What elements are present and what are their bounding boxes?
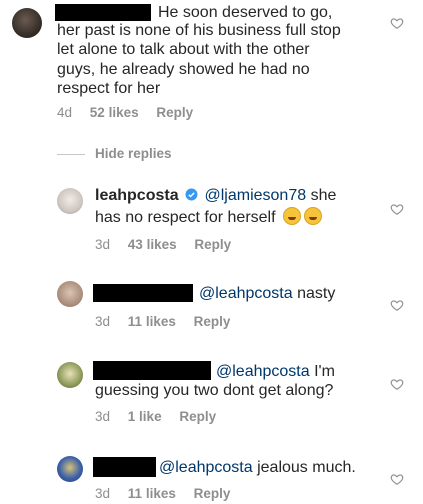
comment-text-line-4: guys, he already showed he had no — [57, 61, 310, 78]
reply-1-time: 3d — [95, 237, 111, 252]
reply-3-meta: 3d 1 like Reply — [95, 409, 230, 424]
heart-icon[interactable] — [390, 202, 404, 216]
heart-icon[interactable] — [390, 16, 404, 30]
reply-1-mention[interactable]: @ljamieson78 — [205, 187, 307, 204]
redacted-username — [55, 4, 151, 21]
avatar[interactable] — [57, 362, 83, 388]
reply-4-line-1: @leahpcosta jealous much. — [159, 459, 356, 477]
reply-1-reply-button[interactable]: Reply — [194, 237, 231, 252]
reply-3-likes[interactable]: 1 like — [128, 409, 162, 424]
reply-3-line-1: @leahpcosta I'm — [216, 363, 335, 381]
reply-4-mention[interactable]: @leahpcosta — [159, 459, 253, 476]
reply-4-reply-button[interactable]: Reply — [194, 486, 231, 501]
reply-1-meta: 3d 43 likes Reply — [95, 237, 245, 252]
reply-1-text: she — [310, 187, 337, 204]
hide-replies-button[interactable]: Hide replies — [95, 146, 172, 161]
reply-1-line-1: leahpcosta @ljamieson78 she — [95, 187, 336, 205]
heart-icon[interactable] — [390, 472, 404, 486]
reply-button[interactable]: Reply — [156, 105, 193, 120]
reply-3-mention[interactable]: @leahpcosta — [216, 363, 310, 380]
avatar[interactable] — [12, 8, 42, 38]
reply-2-text: nasty — [297, 285, 336, 302]
comment-text-line-5: respect for her — [57, 80, 161, 97]
redacted-username — [93, 457, 156, 477]
comment-text-line-3: let alone to talk about with the other — [57, 41, 310, 58]
reply-2-likes[interactable]: 11 likes — [128, 314, 176, 329]
hide-replies-divider — [57, 154, 85, 155]
comment-meta: 4d 52 likes Reply — [57, 105, 207, 120]
reply-3-reply-button[interactable]: Reply — [179, 409, 216, 424]
reply-1-username[interactable]: leahpcosta — [95, 187, 179, 204]
laughing-emoji-icon — [304, 207, 322, 225]
reply-4-meta: 3d 11 likes Reply — [95, 486, 244, 501]
reply-2-meta: 3d 11 likes Reply — [95, 314, 244, 329]
reply-1-text-2: has no respect for herself — [95, 209, 276, 226]
reply-2-mention[interactable]: @leahpcosta — [199, 285, 293, 302]
reply-2-line-1: @leahpcosta nasty — [199, 285, 335, 303]
comment-text-line-1: He soon deserved to go, — [158, 4, 333, 21]
reply-2-reply-button[interactable]: Reply — [194, 314, 231, 329]
reply-4-likes[interactable]: 11 likes — [128, 486, 176, 501]
redacted-username — [93, 361, 211, 380]
verified-badge-icon — [185, 188, 198, 201]
heart-icon[interactable] — [390, 298, 404, 312]
reply-1-likes[interactable]: 43 likes — [128, 237, 177, 252]
comment-text-line-2: her past is none of his business full st… — [57, 22, 341, 39]
comment-likes[interactable]: 52 likes — [90, 105, 139, 120]
avatar[interactable] — [57, 456, 83, 482]
reply-1-line-2: has no respect for herself — [95, 207, 322, 227]
heart-icon[interactable] — [390, 377, 404, 391]
reply-4-text: jealous much. — [257, 459, 356, 476]
reply-3-text: I'm — [314, 363, 335, 380]
reply-4-time: 3d — [95, 486, 111, 501]
reply-2-time: 3d — [95, 314, 111, 329]
avatar[interactable] — [57, 281, 83, 307]
laughing-emoji-icon — [283, 207, 301, 225]
comment-time: 4d — [57, 105, 73, 120]
reply-3-line-2: guessing you two dont get along? — [95, 382, 334, 399]
redacted-username — [93, 284, 193, 302]
reply-3-time: 3d — [95, 409, 111, 424]
avatar[interactable] — [57, 188, 83, 214]
